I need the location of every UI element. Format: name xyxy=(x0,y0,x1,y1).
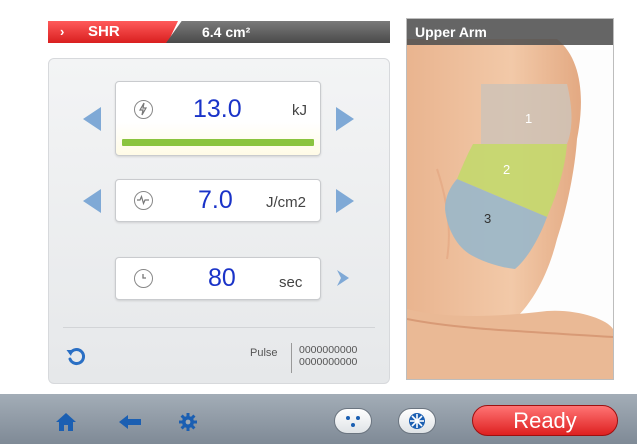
fluence-unit: J/cm2 xyxy=(266,194,307,211)
fluence-setting: 7.0 J/cm2 xyxy=(115,179,321,222)
spot-area-value: 6.4 cm² xyxy=(202,24,251,40)
panel-divider xyxy=(63,327,375,328)
mode-label: SHR xyxy=(88,23,120,40)
treatment-mode-tab[interactable]: › SHR xyxy=(48,21,178,43)
energy-level-bar xyxy=(122,139,314,146)
settings-panel: 13.0 kJ 7.0 J/cm2 80 sec Pulse 000000000… xyxy=(48,58,390,384)
fluence-decrease-arrow[interactable] xyxy=(83,189,101,213)
energy-unit: kJ xyxy=(292,102,307,119)
pulse-label: Pulse xyxy=(250,347,278,359)
fan-icon xyxy=(409,413,425,429)
fluence-value: 7.0 xyxy=(198,186,233,214)
bottom-toolbar: Ready xyxy=(0,394,637,444)
body-area-panel: Upper Arm 1 2 3 xyxy=(406,18,614,380)
lightning-icon xyxy=(134,100,153,119)
handpiece-button[interactable] xyxy=(334,408,372,434)
time-value: 80 xyxy=(208,264,236,292)
zone-1-label: 1 xyxy=(525,111,532,126)
energy-increase-arrow[interactable] xyxy=(336,107,354,131)
energy-decrease-arrow[interactable] xyxy=(83,107,101,131)
time-unit: sec xyxy=(279,274,303,291)
reset-counter-icon[interactable] xyxy=(65,345,87,367)
back-arrow-icon[interactable] xyxy=(118,414,142,435)
chevron-right-icon: › xyxy=(60,24,65,39)
pulse-wave-icon xyxy=(134,191,153,210)
treatment-zones: 1 2 3 xyxy=(445,84,572,269)
pulse-count-line1: 0000000000 xyxy=(299,344,358,356)
time-setting: 80 sec xyxy=(115,257,321,300)
spot-area-tab: 6.4 cm² xyxy=(166,21,390,43)
zone-3-label: 3 xyxy=(484,211,491,226)
fluence-increase-arrow[interactable] xyxy=(336,189,354,213)
ready-button[interactable]: Ready xyxy=(472,405,618,436)
dots-icon xyxy=(346,416,360,427)
settings-gear-icon[interactable] xyxy=(178,412,198,437)
pulse-separator xyxy=(291,343,292,373)
pulse-count-line2: 0000000000 xyxy=(299,356,358,368)
zone-2-label: 2 xyxy=(503,162,510,177)
energy-setting: 13.0 kJ xyxy=(115,81,321,156)
energy-value: 13.0 xyxy=(193,95,242,123)
clock-icon xyxy=(134,269,153,288)
home-icon[interactable] xyxy=(55,412,77,437)
time-increase-chevron-icon[interactable] xyxy=(335,268,351,293)
cooling-button[interactable] xyxy=(398,408,436,434)
